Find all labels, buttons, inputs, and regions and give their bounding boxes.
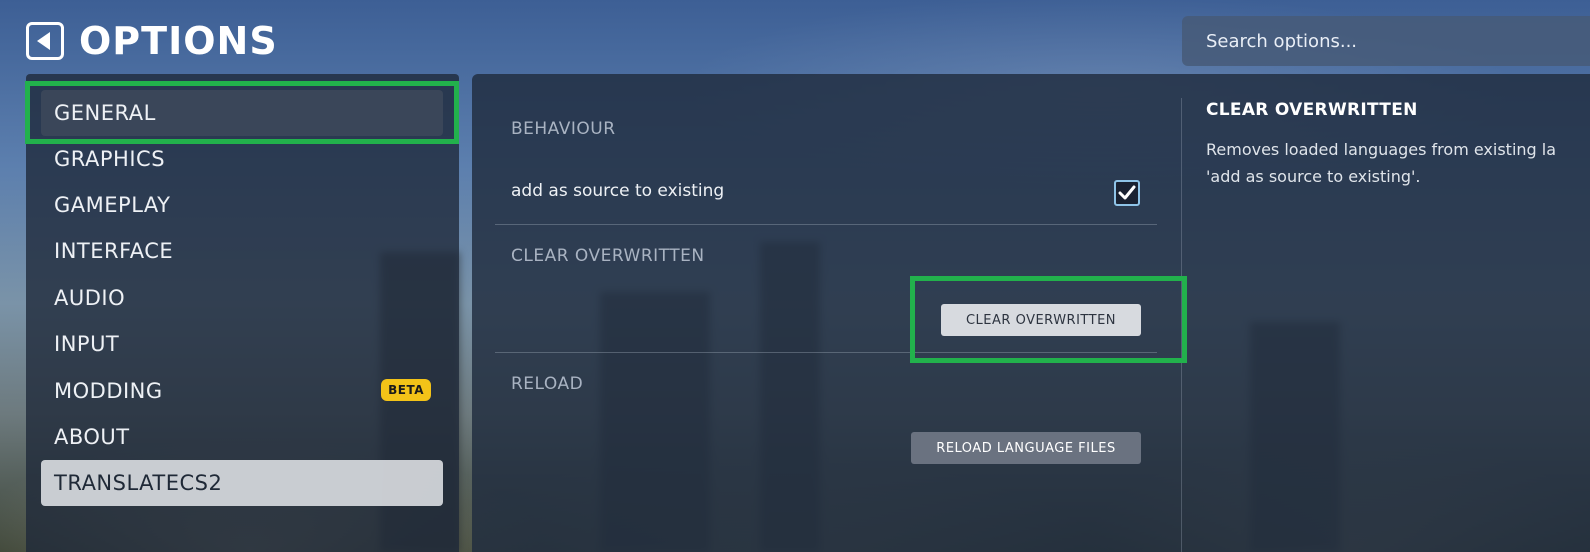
sidebar-item-gameplay[interactable]: GAMEPLAY [41, 182, 443, 228]
section-divider [495, 224, 1157, 225]
sidebar-item-label: GAMEPLAY [54, 193, 171, 217]
beta-badge: BETA [381, 379, 431, 401]
sidebar-item-interface[interactable]: INTERFACE [41, 228, 443, 274]
sidebar-item-translatecs2[interactable]: TRANSLATECS2 [41, 460, 443, 506]
sidebar-item-label: TRANSLATECS2 [54, 471, 223, 495]
reload-language-files-button[interactable]: RELOAD LANGUAGE FILES [911, 432, 1141, 464]
sidebar-item-input[interactable]: INPUT [41, 321, 443, 367]
section-heading-behaviour: BEHAVIOUR [511, 119, 616, 139]
section-divider [495, 352, 1157, 353]
section-heading-reload: RELOAD [511, 374, 584, 394]
sidebar-item-label: ABOUT [54, 425, 130, 449]
description-line: Removes loaded languages from existing l… [1206, 140, 1557, 159]
sidebar-item-audio[interactable]: AUDIO [41, 275, 443, 321]
description-text: Removes loaded languages from existing l… [1206, 136, 1590, 190]
sidebar-item-label: AUDIO [54, 286, 126, 310]
checkmark-icon [1118, 185, 1136, 200]
sidebar-item-label: INPUT [54, 332, 120, 356]
sidebar-item-modding[interactable]: MODDING BETA [41, 368, 443, 414]
page-title: OPTIONS [79, 19, 278, 63]
description-divider [1181, 98, 1182, 552]
sidebar-item-label: INTERFACE [54, 239, 174, 263]
section-heading-clear-overwritten: CLEAR OVERWRITTEN [511, 246, 705, 266]
options-sidebar: GENERAL GRAPHICS GAMEPLAY INTERFACE AUDI… [26, 74, 459, 552]
back-button[interactable] [26, 22, 64, 60]
sidebar-item-general[interactable]: GENERAL [41, 90, 443, 136]
sidebar-item-graphics[interactable]: GRAPHICS [41, 136, 443, 182]
search-input[interactable]: Search options... [1182, 16, 1590, 66]
back-arrow-icon [37, 32, 50, 50]
options-screen: OPTIONS Search options... GENERAL GRAPHI… [0, 0, 1590, 552]
description-title: CLEAR OVERWRITTEN [1206, 100, 1418, 120]
sidebar-item-about[interactable]: ABOUT [41, 414, 443, 460]
sidebar-item-label: MODDING [54, 379, 163, 403]
add-as-source-checkbox[interactable] [1114, 180, 1140, 206]
sidebar-item-label: GRAPHICS [54, 147, 166, 171]
sidebar-item-label: GENERAL [54, 101, 156, 125]
add-as-source-label: add as source to existing [511, 181, 725, 201]
clear-overwritten-button[interactable]: CLEAR OVERWRITTEN [941, 304, 1141, 336]
description-line: 'add as source to existing'. [1206, 167, 1421, 186]
